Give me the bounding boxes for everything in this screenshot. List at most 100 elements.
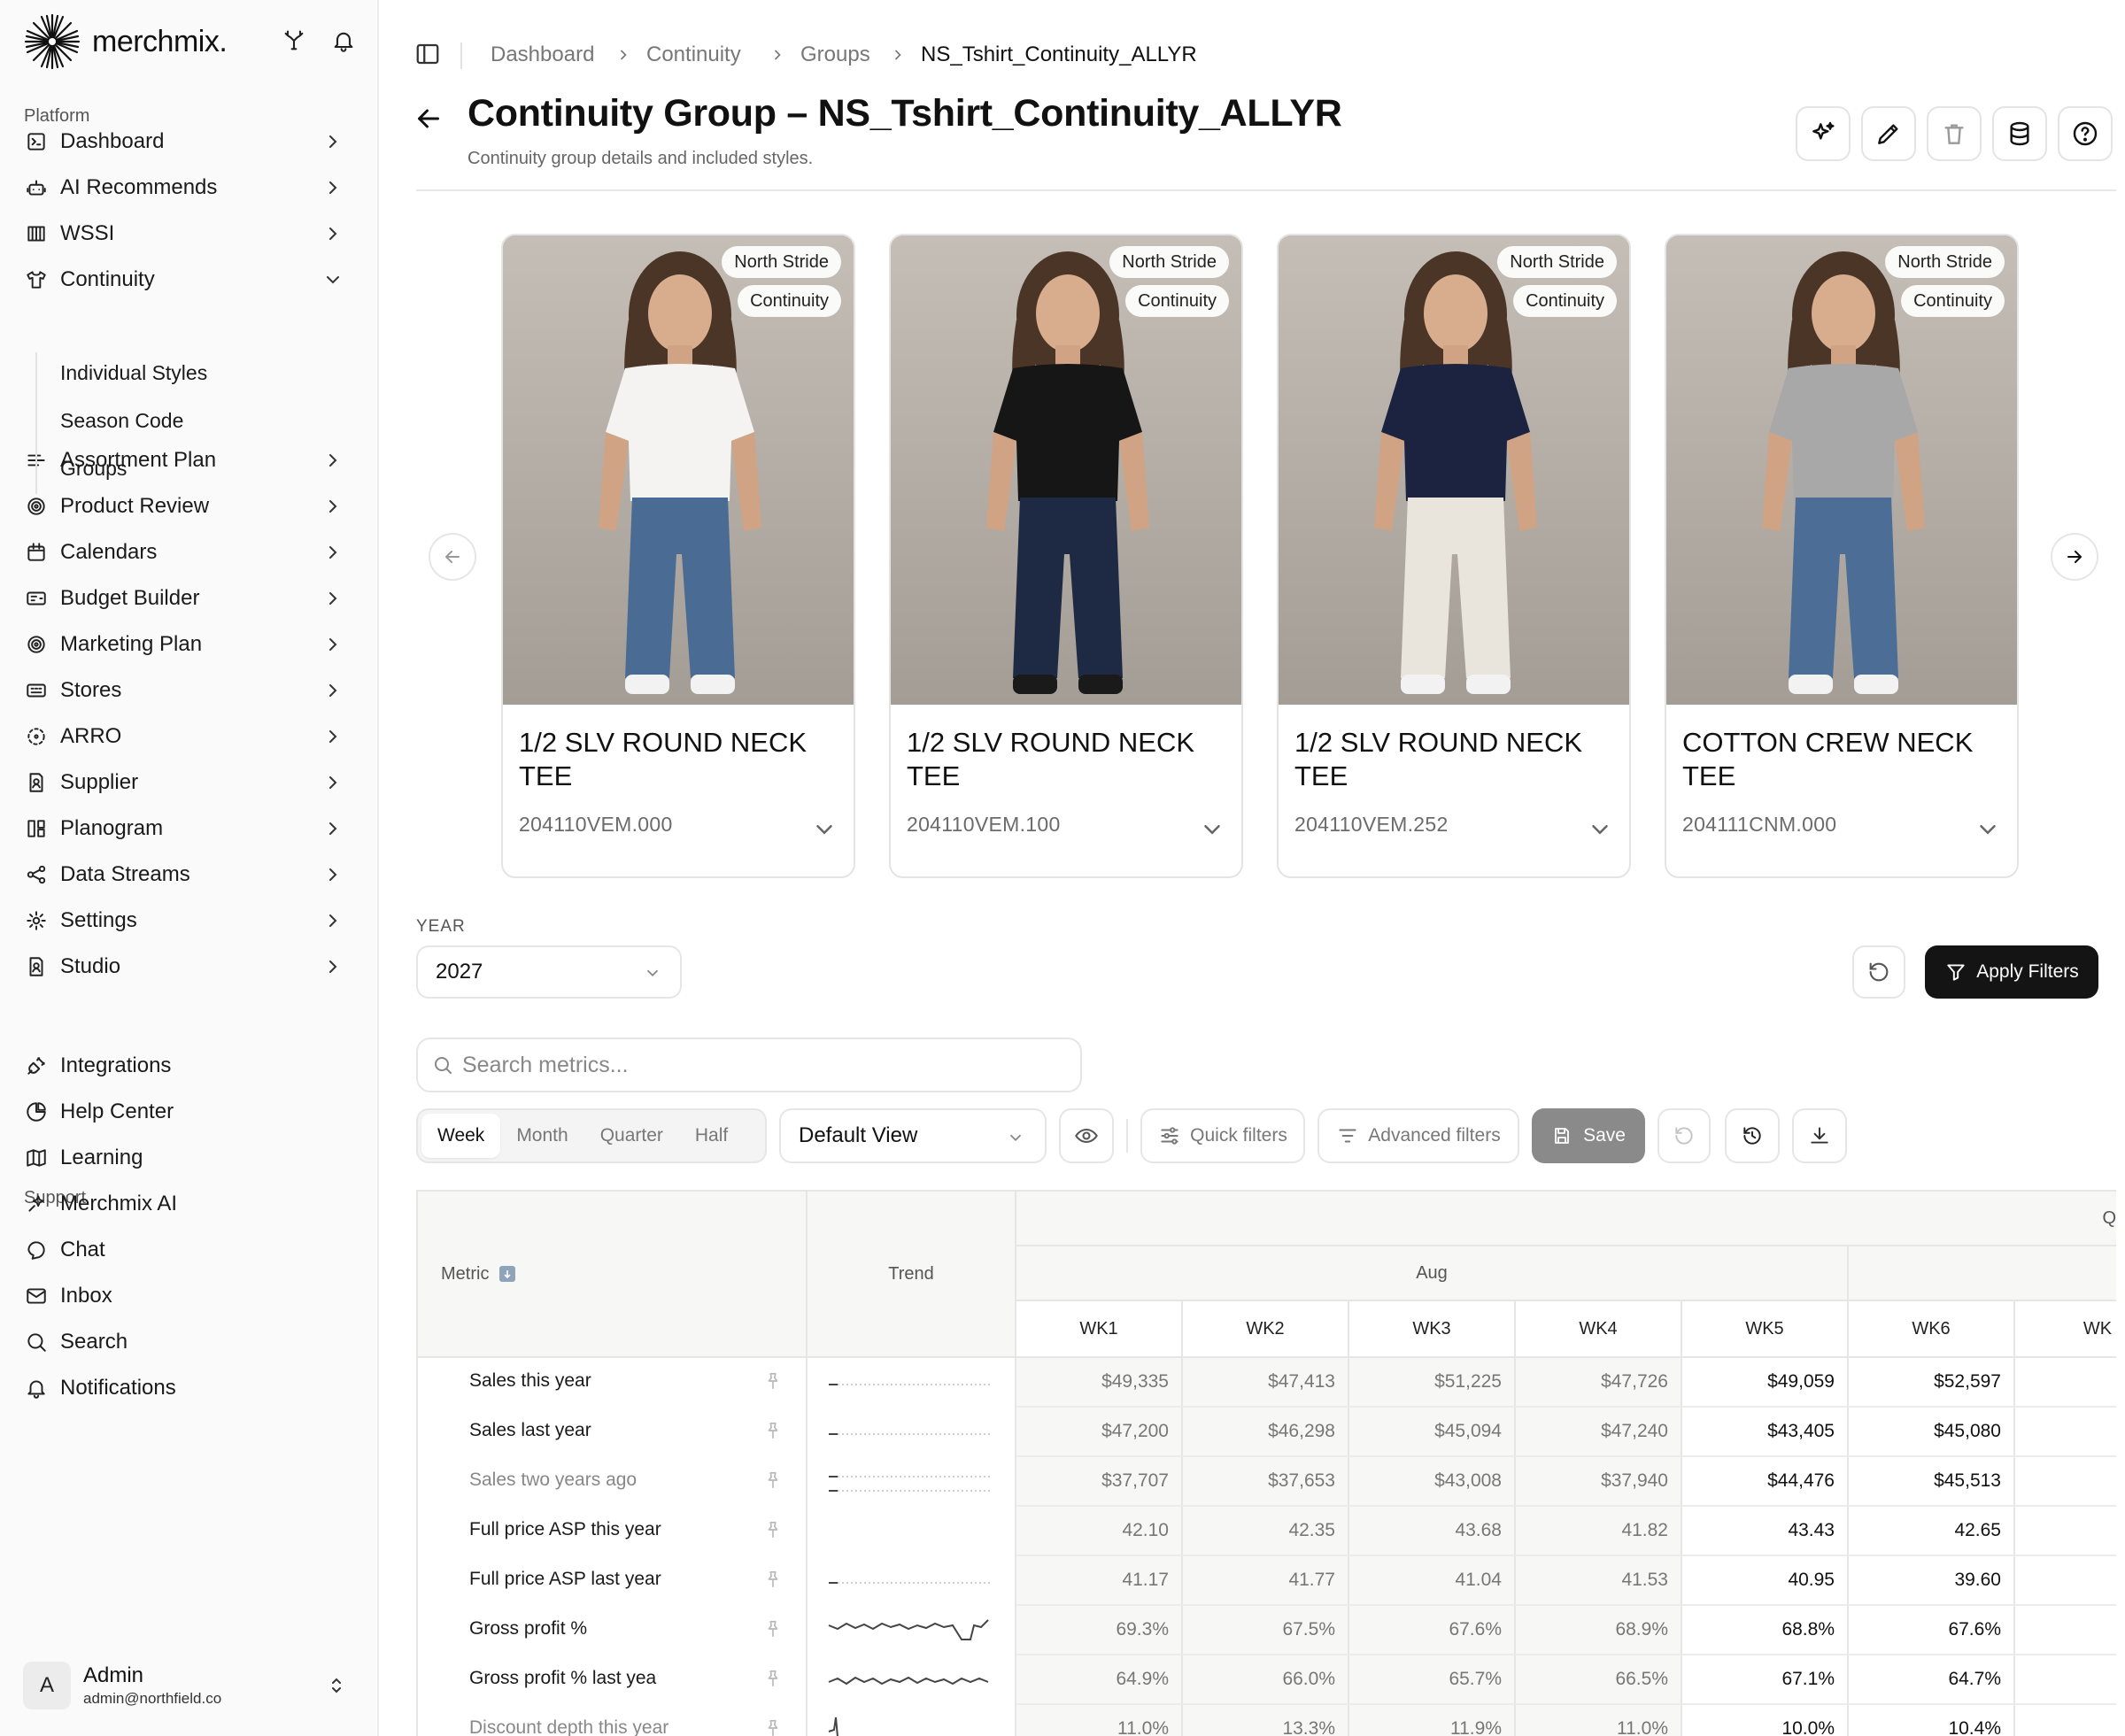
breadcrumb-continuity[interactable]: Continuity <box>646 42 741 67</box>
pin-icon[interactable] <box>763 1619 783 1639</box>
help-button[interactable] <box>2058 106 2113 161</box>
value-cell[interactable]: 68.9% <box>1516 1606 1682 1655</box>
product-card[interactable]: North Stride Continuity 1/2 SLV ROUND NECK… <box>1277 234 1631 878</box>
value-cell[interactable]: $37,707 <box>1016 1457 1183 1507</box>
download-button[interactable] <box>1792 1108 1847 1163</box>
search-metrics-input[interactable] <box>462 1052 1029 1078</box>
pin-icon[interactable] <box>763 1371 783 1391</box>
bell-icon[interactable] <box>328 25 359 57</box>
user-menu[interactable]: A Admin admin@northfield.co <box>23 1661 359 1710</box>
value-cell[interactable]: $37,940 <box>1516 1457 1682 1507</box>
reset-filters-button[interactable] <box>1852 945 1905 999</box>
value-cell[interactable]: 69.3% <box>1016 1606 1183 1655</box>
apply-filters-button[interactable]: Apply Filters <box>1925 945 2098 999</box>
value-cell[interactable]: $ <box>2015 1457 2116 1507</box>
value-cell[interactable]: 42.65 <box>1849 1507 2015 1556</box>
value-cell[interactable]: $45,080 <box>1849 1408 2015 1457</box>
value-cell[interactable]: 67.6% <box>1849 1606 2015 1655</box>
sidebar-subitem-season-code[interactable]: Season Code <box>60 409 183 433</box>
value-cell[interactable] <box>2015 1705 2116 1736</box>
sidebar-item-learning[interactable]: Learning <box>14 1135 359 1181</box>
value-cell[interactable]: $ <box>2015 1358 2116 1408</box>
sidebar-item-data-streams[interactable]: Data Streams <box>14 852 359 898</box>
chevron-down-icon[interactable] <box>1974 816 2001 843</box>
sidebar-item-supplier[interactable]: Supplier <box>14 760 359 806</box>
sidebar-item-arro[interactable]: ARRO <box>14 714 359 760</box>
sidebar-item-merchmix-ai[interactable]: Merchmix AI <box>14 1181 359 1227</box>
value-cell[interactable]: $47,726 <box>1516 1358 1682 1408</box>
carousel-next-button[interactable] <box>2051 533 2098 581</box>
value-cell[interactable]: $44,476 <box>1682 1457 1849 1507</box>
ai-sparkle-button[interactable] <box>1796 106 1851 161</box>
view-select[interactable]: Default View <box>779 1108 1047 1163</box>
value-cell[interactable]: 42.10 <box>1016 1507 1183 1556</box>
sidebar-item-dashboard[interactable]: Dashboard <box>14 119 359 165</box>
value-cell[interactable]: $49,059 <box>1682 1358 1849 1408</box>
deer-icon[interactable] <box>278 25 310 57</box>
period-quarter[interactable]: Quarter <box>584 1114 679 1158</box>
sidebar-subitem-groups[interactable]: Groups <box>60 457 127 481</box>
value-cell[interactable]: $49,335 <box>1016 1358 1183 1408</box>
sidebar-item-inbox[interactable]: Inbox <box>14 1273 359 1319</box>
sidebar-item-planogram[interactable]: Planogram <box>14 806 359 852</box>
sidebar-toggle-icon[interactable] <box>414 41 444 71</box>
product-card[interactable]: North Stride Continuity COTTON CREW NECK T… <box>1665 234 2019 878</box>
pin-icon[interactable] <box>763 1470 783 1490</box>
sidebar-item-stores[interactable]: Stores <box>14 667 359 714</box>
advanced-filters-button[interactable]: Advanced filters <box>1318 1108 1519 1163</box>
value-cell[interactable]: 10.0% <box>1682 1705 1849 1736</box>
sidebar-item-help-center[interactable]: Help Center <box>14 1089 359 1135</box>
brand-logo[interactable]: merchmix. <box>23 12 228 71</box>
chevron-down-icon[interactable] <box>1587 816 1613 843</box>
year-select[interactable]: 2027 <box>416 945 682 999</box>
value-cell[interactable]: 40.95 <box>1682 1556 1849 1606</box>
breadcrumb-dashboard[interactable]: Dashboard <box>491 42 594 67</box>
value-cell[interactable] <box>2015 1556 2116 1606</box>
value-cell[interactable]: 41.04 <box>1349 1556 1516 1606</box>
sidebar-item-chat[interactable]: Chat <box>14 1227 359 1273</box>
save-view-button[interactable]: Save <box>1532 1108 1645 1163</box>
sidebar-item-studio[interactable]: Studio <box>14 944 359 990</box>
back-arrow-icon[interactable] <box>413 103 448 138</box>
value-cell[interactable] <box>2015 1655 2116 1705</box>
sidebar-item-calendars[interactable]: Calendars <box>14 529 359 575</box>
value-cell[interactable]: 13.3% <box>1183 1705 1349 1736</box>
value-cell[interactable]: 41.82 <box>1516 1507 1682 1556</box>
value-cell[interactable]: $45,513 <box>1849 1457 2015 1507</box>
value-cell[interactable]: $51,225 <box>1349 1358 1516 1408</box>
sidebar-item-search[interactable]: Search <box>14 1319 359 1365</box>
value-cell[interactable]: $37,653 <box>1183 1457 1349 1507</box>
edit-button[interactable] <box>1861 106 1916 161</box>
value-cell[interactable]: 42.35 <box>1183 1507 1349 1556</box>
value-cell[interactable]: $45,094 <box>1349 1408 1516 1457</box>
pin-icon[interactable] <box>763 1520 783 1539</box>
sidebar-item-continuity[interactable]: Continuity <box>14 257 359 303</box>
product-card[interactable]: North Stride Continuity 1/2 SLV ROUND NECK… <box>501 234 855 878</box>
value-cell[interactable]: $ <box>2015 1408 2116 1457</box>
sidebar-item-integrations[interactable]: Integrations <box>14 1043 359 1089</box>
pin-icon[interactable] <box>763 1718 783 1736</box>
value-cell[interactable]: 10.4% <box>1849 1705 2015 1736</box>
value-cell[interactable]: 41.17 <box>1016 1556 1183 1606</box>
history-button[interactable] <box>1725 1108 1780 1163</box>
pin-icon[interactable] <box>763 1669 783 1688</box>
period-week[interactable]: Week <box>421 1114 501 1158</box>
undo-button[interactable] <box>1658 1108 1711 1163</box>
value-cell[interactable]: 66.0% <box>1183 1655 1349 1705</box>
value-cell[interactable]: $52,597 <box>1849 1358 2015 1408</box>
value-cell[interactable]: 11.0% <box>1516 1705 1682 1736</box>
value-cell[interactable]: 43.68 <box>1349 1507 1516 1556</box>
value-cell[interactable]: $43,008 <box>1349 1457 1516 1507</box>
pin-icon[interactable] <box>763 1570 783 1589</box>
sidebar-item-marketing-plan[interactable]: Marketing Plan <box>14 621 359 667</box>
search-metrics[interactable] <box>416 1038 1082 1092</box>
sort-icon[interactable] <box>499 1266 516 1282</box>
value-cell[interactable]: 43.43 <box>1682 1507 1849 1556</box>
delete-button[interactable] <box>1927 106 1982 161</box>
value-cell[interactable]: 39.60 <box>1849 1556 2015 1606</box>
value-cell[interactable]: $43,405 <box>1682 1408 1849 1457</box>
sidebar-item-product-review[interactable]: Product Review <box>14 483 359 529</box>
value-cell[interactable]: 11.9% <box>1349 1705 1516 1736</box>
value-cell[interactable] <box>2015 1606 2116 1655</box>
value-cell[interactable] <box>2015 1507 2116 1556</box>
